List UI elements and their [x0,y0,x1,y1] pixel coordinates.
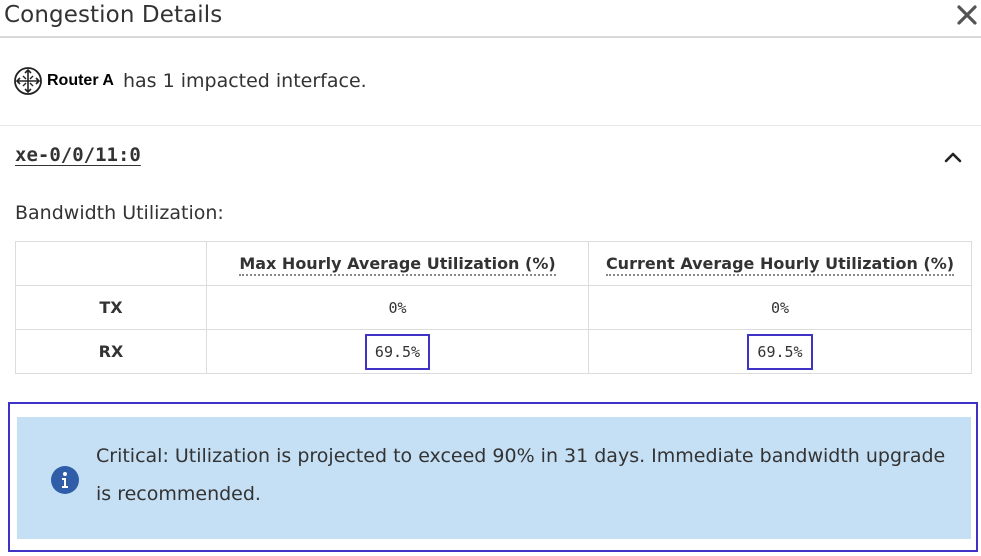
table-row-tx: TX 0% 0% [15,285,972,330]
summary-text: has 1 impacted interface. [122,70,367,92]
tx-current-value: 0% [588,285,972,330]
column-header-max-hourly: Max Hourly Average Utilization (%) [206,241,589,286]
table-row-rx: RX 69.5% 69.5% [15,329,972,374]
dialog-title: Congestion Details [4,2,223,28]
section-divider [0,125,981,126]
column-header-max-hourly-label[interactable]: Max Hourly Average Utilization (%) [239,254,556,276]
collapse-button[interactable] [941,146,965,170]
bandwidth-title: Bandwidth Utilization: [15,202,224,224]
alert-highlight-frame: Critical: Utilization is projected to ex… [8,402,978,552]
column-header-current-hourly: Current Average Hourly Utilization (%) [588,241,972,286]
rx-max-cell: 69.5% [206,329,589,374]
column-header-current-hourly-label[interactable]: Current Average Hourly Utilization (%) [605,254,955,276]
rx-current-cell: 69.5% [588,329,972,374]
rx-max-value: 69.5% [364,333,431,370]
close-button[interactable] [955,0,979,30]
router-summary: Router A has 1 impacted interface. [13,66,367,96]
chevron-up-icon [944,152,962,163]
row-label-tx: TX [15,285,207,330]
dialog-header: Congestion Details [0,0,981,38]
alert-message: Critical: Utilization is projected to ex… [96,445,946,505]
router-name[interactable]: Router A [47,72,114,90]
router-icon [13,66,43,96]
tx-max-value: 0% [206,285,589,330]
table-header-row: Max Hourly Average Utilization (%) Curre… [15,241,972,286]
rx-current-value: 69.5% [747,333,813,370]
interface-link[interactable]: xe-0/0/11:0 [15,144,141,166]
row-label-rx: RX [15,329,207,374]
critical-alert: Critical: Utilization is projected to ex… [17,417,971,539]
close-icon [957,5,977,25]
bandwidth-table: Max Hourly Average Utilization (%) Curre… [15,241,972,374]
info-icon [50,465,80,495]
column-header-empty [15,241,207,286]
